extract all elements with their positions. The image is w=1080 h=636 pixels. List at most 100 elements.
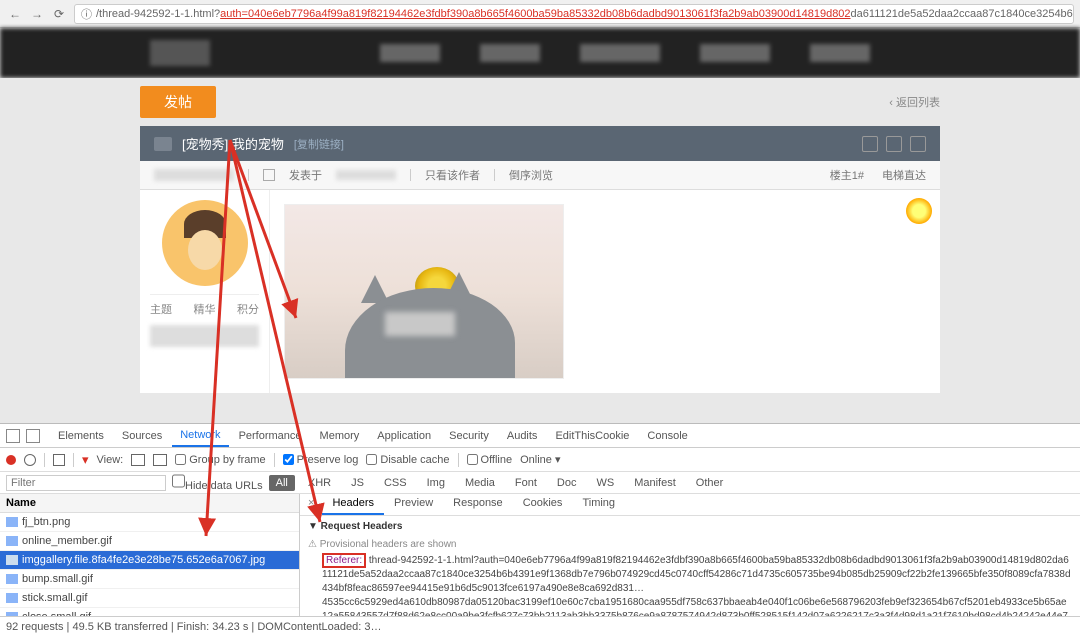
elevator-link[interactable]: 电梯直达 [882,167,926,183]
chip-other[interactable]: Other [689,475,731,491]
tab-performance[interactable]: Performance [231,426,310,446]
offline-checkbox[interactable]: Offline [467,454,513,466]
new-post-button[interactable]: 发帖 [140,86,216,118]
chip-js[interactable]: JS [344,475,371,491]
user-tab-topic[interactable]: 主题 [150,301,172,317]
back-button[interactable]: ← [6,5,24,23]
request-headers-section[interactable]: ▼ Request Headers [308,518,1072,536]
rtab-cookies[interactable]: Cookies [513,494,573,515]
provisional-warning: Provisional headers are shown [320,539,457,550]
request-row[interactable]: fj_btn.png [0,513,299,532]
filter-toggle-icon[interactable]: ▾ [82,452,89,468]
tab-memory[interactable]: Memory [312,426,368,446]
chip-manifest[interactable]: Manifest [627,475,683,491]
site-info-icon[interactable]: ⓘ [81,6,92,22]
address-bar[interactable]: ⓘ /thread-942592-1-1.html?auth=040e6eb77… [74,4,1074,24]
page-content: 发帖 ‹ 返回列表 [宠物秀] 我的宠物 [复制链接] 发表于 只看该作者 倒序… [0,78,1080,423]
status-text: 92 requests | 49.5 KB transferred | Fini… [6,621,381,633]
reverse-order-link[interactable]: 倒序浏览 [509,167,553,183]
author-name [154,169,234,181]
rtab-timing[interactable]: Timing [572,494,625,515]
post-time [336,170,396,180]
network-toolbar: ▾ View: Group by frame Preserve log Disa… [0,448,1080,472]
group-frame-checkbox[interactable]: Group by frame [175,454,265,466]
request-row[interactable]: bump.small.gif [0,570,299,589]
next-icon[interactable] [910,136,926,152]
chip-css[interactable]: CSS [377,475,414,491]
url-highlight: auth=040e6eb7796a4f99a819f82194462e3fdbf… [220,8,850,20]
sun-icon [906,198,932,224]
request-row[interactable]: close.small.gif [0,608,299,616]
chip-font[interactable]: Font [508,475,544,491]
close-detail-button[interactable]: × [300,494,322,515]
user-sidebar: 主题 精华 积分 [140,190,270,393]
clear-button[interactable] [24,454,36,466]
network-status-bar: 92 requests | 49.5 KB transferred | Fini… [0,616,1080,636]
hex-block: 4535cc6c5929ed4a610db80987da05120bac3199… [308,596,1072,616]
headers-panel: ▼ Request Headers ⚠ Provisional headers … [300,516,1080,616]
browser-toolbar: ← → ⟳ ⓘ /thread-942592-1-1.html?auth=040… [0,0,1080,28]
tab-security[interactable]: Security [441,426,497,446]
devtools-panel: Elements Sources Network Performance Mem… [0,423,1080,636]
print-icon[interactable] [862,136,878,152]
preserve-log-checkbox[interactable]: Preserve log [283,454,359,466]
thread-meta-bar: 发表于 只看该作者 倒序浏览 楼主1# 电梯直达 [140,161,940,190]
request-row[interactable]: online_member.gif [0,532,299,551]
thread-title-text: [宠物秀] 我的宠物 [182,134,284,153]
tab-audits[interactable]: Audits [499,426,546,446]
user-signature [150,325,259,347]
chip-img[interactable]: Img [420,475,452,491]
filter-input[interactable] [6,475,166,491]
forward-button[interactable]: → [28,5,46,23]
post-content [270,190,940,393]
post-image[interactable] [284,204,564,379]
request-row-selected[interactable]: imggallery.file.8fa4fe2e3e28be75.652e6a7… [0,551,299,570]
prev-icon[interactable] [886,136,902,152]
rtab-response[interactable]: Response [443,494,513,515]
inspect-icon[interactable] [6,429,20,443]
capture-icon[interactable] [53,454,65,466]
record-button[interactable] [6,455,16,465]
name-column-header[interactable]: Name [0,494,299,513]
back-to-list-link[interactable]: ‹ 返回列表 [889,94,940,110]
chip-doc[interactable]: Doc [550,475,584,491]
view-label: View: [97,454,124,466]
tab-network[interactable]: Network [172,425,228,447]
rtab-preview[interactable]: Preview [384,494,443,515]
hide-data-urls-checkbox[interactable]: Hide data URLs [172,473,263,492]
view-large-icon[interactable] [131,454,145,466]
throttle-select[interactable]: Online ▾ [520,453,560,466]
posted-by-label: 发表于 [289,167,322,183]
view-small-icon[interactable] [153,454,167,466]
request-row[interactable]: stick.small.gif [0,589,299,608]
tab-console[interactable]: Console [639,426,695,446]
url-suffix: da611121de5a52daa2ccaa87c1840ce3254b6b43… [851,8,1074,20]
chip-media[interactable]: Media [458,475,502,491]
tab-application[interactable]: Application [369,426,439,446]
rtab-headers[interactable]: Headers [322,494,384,515]
device-icon[interactable] [26,429,40,443]
referer-key: Referer: [322,553,366,568]
author-avatar-icon [263,169,275,181]
reload-button[interactable]: ⟳ [50,5,68,23]
request-list: Name fj_btn.png online_member.gif imggal… [0,494,300,616]
referer-value: thread-942592-1-1.html?auth=040e6eb7796a… [322,555,1071,594]
site-header [0,28,1080,78]
only-author-link[interactable]: 只看该作者 [425,167,480,183]
chip-xhr[interactable]: XHR [301,475,338,491]
tab-sources[interactable]: Sources [114,426,170,446]
tab-editthiscookie[interactable]: EditThisCookie [547,426,637,446]
chip-all[interactable]: All [269,475,295,491]
chip-ws[interactable]: WS [589,475,621,491]
filter-row: Hide data URLs All XHR JS CSS Img Media … [0,472,1080,494]
tab-elements[interactable]: Elements [50,426,112,446]
disable-cache-checkbox[interactable]: Disable cache [366,454,449,466]
request-detail: × Headers Preview Response Cookies Timin… [300,494,1080,616]
user-tab-essence[interactable]: 精华 [194,301,216,317]
user-avatar[interactable] [162,200,248,286]
devtools-tabs: Elements Sources Network Performance Mem… [0,424,1080,448]
thread-body: 主题 精华 积分 [140,190,940,393]
forum-icon [154,137,172,151]
user-tab-points[interactable]: 积分 [237,301,259,317]
copy-link-button[interactable]: [复制链接] [294,136,344,152]
